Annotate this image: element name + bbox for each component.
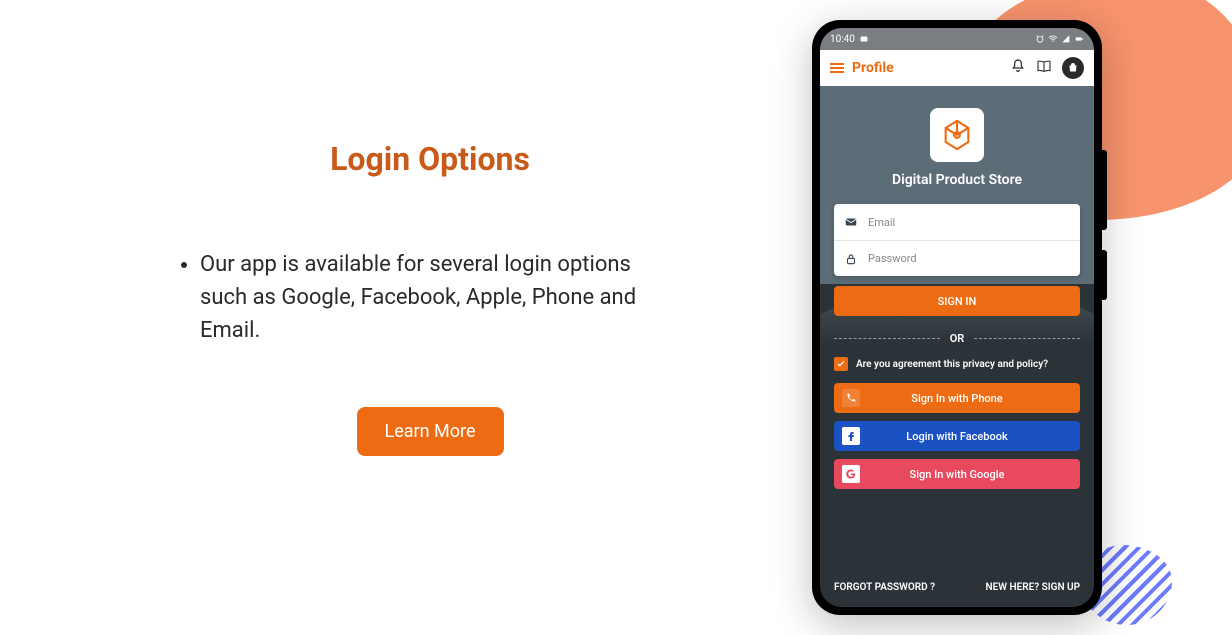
app-header: Profile <box>820 50 1094 86</box>
password-field-wrapper <box>834 240 1080 276</box>
agreement-checkbox[interactable] <box>834 357 848 371</box>
page-title: Profile <box>852 60 1002 76</box>
phone-signin-button[interactable]: Sign In with Phone <box>834 383 1080 413</box>
email-icon <box>844 215 858 229</box>
status-time: 10:40 <box>830 34 855 45</box>
header-actions <box>1010 57 1084 79</box>
status-right <box>1035 34 1084 44</box>
phone-screen: 10:40 Profile <box>820 28 1094 607</box>
phone-icon <box>842 389 860 407</box>
facebook-login-label: Login with Facebook <box>906 430 1007 443</box>
login-content: Digital Product Store <box>820 86 1094 607</box>
email-field-wrapper <box>834 204 1080 240</box>
forgot-password-link[interactable]: FORGOT PASSWORD ? <box>834 582 935 593</box>
phone-frame: 10:40 Profile <box>812 20 1102 615</box>
status-left: 10:40 <box>830 34 869 45</box>
login-panel: Digital Product Store <box>820 86 1094 607</box>
facebook-icon <box>842 427 860 445</box>
password-input[interactable] <box>868 252 1070 265</box>
lock-icon <box>844 252 858 266</box>
book-icon[interactable] <box>1036 58 1052 78</box>
facebook-login-button[interactable]: Login with Facebook <box>834 421 1080 451</box>
learn-more-button[interactable]: Learn More <box>357 407 504 456</box>
alarm-icon <box>1035 34 1045 44</box>
wifi-icon <box>1048 34 1058 44</box>
app-logo <box>930 108 984 162</box>
feature-list: Our app is available for several login o… <box>180 248 680 347</box>
or-label: OR <box>950 332 965 345</box>
agreement-row: Are you agreement this privacy and polic… <box>834 357 1080 371</box>
phone-signin-label: Sign In with Phone <box>911 392 1002 405</box>
battery-icon <box>1074 34 1084 44</box>
google-signin-label: Sign In with Google <box>910 468 1005 481</box>
sign-in-label: SIGN IN <box>938 295 977 308</box>
feature-list-item: Our app is available for several login o… <box>200 248 680 347</box>
section-heading: Login Options <box>180 140 680 178</box>
agreement-text: Are you agreement this privacy and polic… <box>856 359 1048 370</box>
signal-icon <box>1061 34 1071 44</box>
email-input[interactable] <box>868 216 1070 229</box>
store-title: Digital Product Store <box>834 172 1080 188</box>
menu-icon[interactable] <box>830 63 844 73</box>
or-divider: OR <box>834 332 1080 345</box>
notification-icon[interactable] <box>1010 58 1026 78</box>
notification-card-icon <box>859 34 869 44</box>
signup-link[interactable]: NEW HERE? SIGN UP <box>986 582 1080 593</box>
google-icon <box>842 465 860 483</box>
cart-icon[interactable] <box>1062 57 1084 79</box>
bottom-links: FORGOT PASSWORD ? NEW HERE? SIGN UP <box>834 582 1080 597</box>
status-bar: 10:40 <box>820 28 1094 50</box>
left-content: Login Options Our app is available for s… <box>180 140 680 456</box>
sign-in-button[interactable]: SIGN IN <box>834 286 1080 316</box>
credentials-group <box>834 204 1080 276</box>
google-signin-button[interactable]: Sign In with Google <box>834 459 1080 489</box>
